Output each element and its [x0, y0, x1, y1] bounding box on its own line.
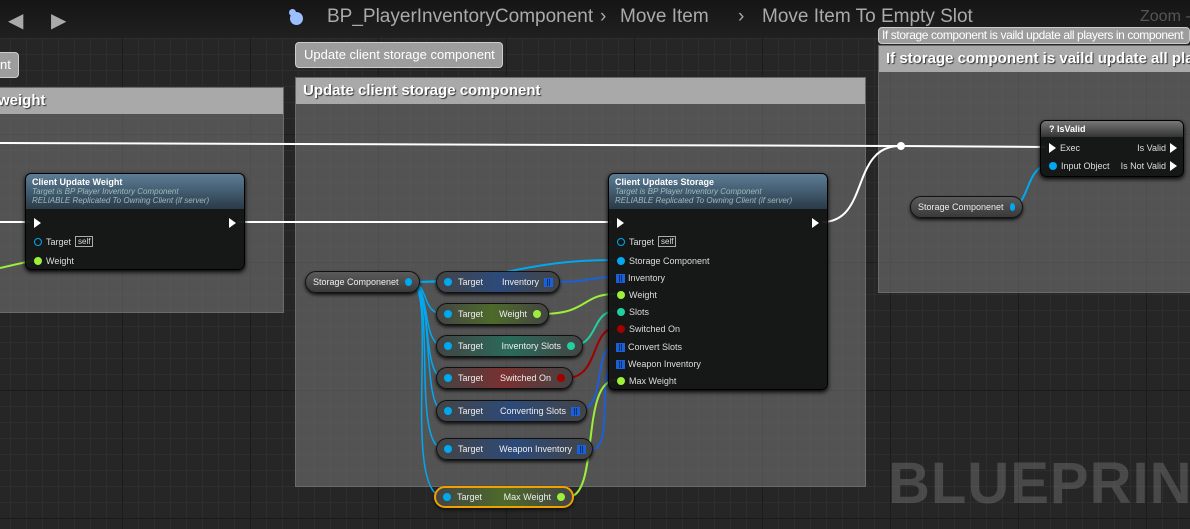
pin-label: Target — [458, 309, 484, 319]
max-weight-pin[interactable]: Max Weight — [617, 376, 676, 386]
pin-label: Max Weight — [629, 376, 677, 386]
pin-label: Weight — [46, 256, 74, 266]
node-title: IsValid — [1057, 124, 1086, 134]
convert-slots-pin[interactable]: Convert Slots — [616, 342, 683, 352]
pin-label: Switched On — [629, 324, 681, 334]
get-inventory-slots-node[interactable]: Target Inventory Slots — [436, 335, 583, 357]
pin-label: Storage Component — [629, 256, 710, 266]
weapon-inventory-pin[interactable]: Weapon Inventory — [616, 359, 701, 369]
variable-label: Storage Componenet — [313, 277, 399, 287]
reroute-node — [897, 142, 905, 150]
pin-label: Target — [458, 277, 484, 287]
storage-component-variable[interactable]: Storage Componenet — [910, 196, 1023, 218]
blueprint-watermark: BLUEPRINT — [888, 451, 1190, 516]
node-subtitle: Target is BP Player Inventory Component — [32, 187, 179, 196]
zoom-level: Zoom -3 — [1140, 8, 1190, 25]
breadcrumb-separator: › — [600, 6, 607, 27]
pin-label: Target — [629, 236, 655, 247]
weight-pin[interactable]: Weight — [617, 290, 657, 300]
exec-wire — [821, 145, 901, 223]
pin-label: Is Valid — [1137, 143, 1166, 153]
is-valid-node[interactable]: ? IsValid Exec Input Object Is Valid Is … — [1040, 120, 1184, 177]
exec-wire — [0, 142, 1046, 148]
output-pin[interactable] — [1009, 203, 1015, 211]
breadcrumb-function[interactable]: Move Item — [620, 7, 709, 27]
getter-label: Weight — [499, 309, 527, 319]
pin-label: Target — [458, 341, 484, 351]
pin-label: Weapon Inventory — [628, 359, 701, 369]
getter-label: Switched On — [499, 373, 551, 383]
node-subtitle: Target is BP Player Inventory Component — [615, 187, 762, 196]
comment-bubble-right: If storage component is vaild update all… — [878, 27, 1190, 44]
pin-label: Target — [457, 492, 483, 502]
self-value: self — [658, 236, 677, 247]
pin-label: Input Object — [1061, 161, 1110, 171]
exec-in-pin[interactable]: Exec — [1049, 143, 1080, 153]
getter-label: Inventory Slots — [501, 341, 561, 351]
get-weapon-inventory-node[interactable]: Target Weapon Inventory — [436, 438, 593, 460]
node-title: Client Update Weight — [32, 177, 123, 187]
getter-label: Inventory — [501, 277, 539, 287]
is-not-valid-pin[interactable]: Is Not Valid — [1121, 161, 1177, 171]
target-pin[interactable]: Target self — [34, 236, 94, 247]
node-subtitle: RELIABLE Replicated To Owning Client (if… — [615, 196, 793, 205]
pin-label: Target — [46, 236, 72, 247]
weight-pin[interactable]: Weight — [34, 256, 74, 266]
node-title: Client Updates Storage — [615, 177, 715, 187]
question-icon: ? — [1049, 124, 1057, 134]
pin-label: Target — [458, 444, 484, 454]
output-pin[interactable] — [404, 278, 412, 286]
pin-label: Is Not Valid — [1120, 161, 1166, 171]
pin-label: Slots — [629, 307, 650, 317]
get-inventory-node[interactable]: Target Inventory — [436, 271, 560, 293]
exec-in-pin[interactable] — [617, 218, 624, 228]
self-value: self — [75, 236, 94, 247]
slots-pin[interactable]: Slots — [617, 307, 649, 317]
storage-component-variable[interactable]: Storage Componenet — [305, 271, 420, 293]
getter-label: Converting Slots — [499, 406, 566, 416]
exec-out-pin[interactable] — [229, 218, 236, 228]
forward-arrow-icon[interactable]: ▶ — [51, 8, 66, 33]
switched-on-pin[interactable]: Switched On — [617, 324, 680, 334]
target-pin[interactable]: Target self — [617, 236, 677, 247]
pin-label: Weight — [629, 290, 657, 300]
exec-in-pin[interactable] — [34, 218, 41, 228]
pin-label: Convert Slots — [628, 342, 683, 352]
pin-label: Target — [458, 373, 484, 383]
get-max-weight-node[interactable]: Target Max Weight — [434, 486, 574, 508]
exec-out-pin[interactable] — [812, 218, 819, 228]
is-valid-pin[interactable]: Is Valid — [1137, 143, 1177, 153]
getter-label: Weapon Inventory — [499, 444, 572, 454]
function-icon — [290, 12, 303, 25]
breadcrumb-separator: › — [738, 6, 745, 27]
get-weight-node[interactable]: Target Weight — [436, 303, 549, 325]
breadcrumb-graph[interactable]: Move Item To Empty Slot — [762, 7, 973, 27]
input-object-pin[interactable]: Input Object — [1049, 161, 1110, 171]
float-wire — [539, 293, 617, 315]
breadcrumb-blueprint[interactable]: BP_PlayerInventoryComponent — [327, 7, 593, 27]
get-converting-slots-node[interactable]: Target Converting Slots — [436, 400, 587, 422]
client-updates-storage-node[interactable]: Client Updates Storage Target is BP Playe… — [608, 173, 828, 390]
back-arrow-icon[interactable]: ◀ — [8, 8, 23, 33]
get-switched-on-node[interactable]: Target Switched On — [436, 367, 573, 389]
storage-component-pin[interactable]: Storage Component — [617, 256, 710, 266]
node-subtitle: RELIABLE Replicated To Owning Client (if… — [32, 196, 210, 205]
getter-label: Max Weight — [503, 492, 551, 502]
inventory-pin[interactable]: Inventory — [616, 273, 666, 283]
client-update-weight-node[interactable]: Client Update Weight Target is BP Player … — [25, 173, 245, 270]
variable-label: Storage Componenet — [918, 202, 1004, 212]
pin-label: Target — [458, 406, 484, 416]
pin-label: Exec — [1060, 143, 1081, 153]
pin-label: Inventory — [628, 273, 666, 283]
